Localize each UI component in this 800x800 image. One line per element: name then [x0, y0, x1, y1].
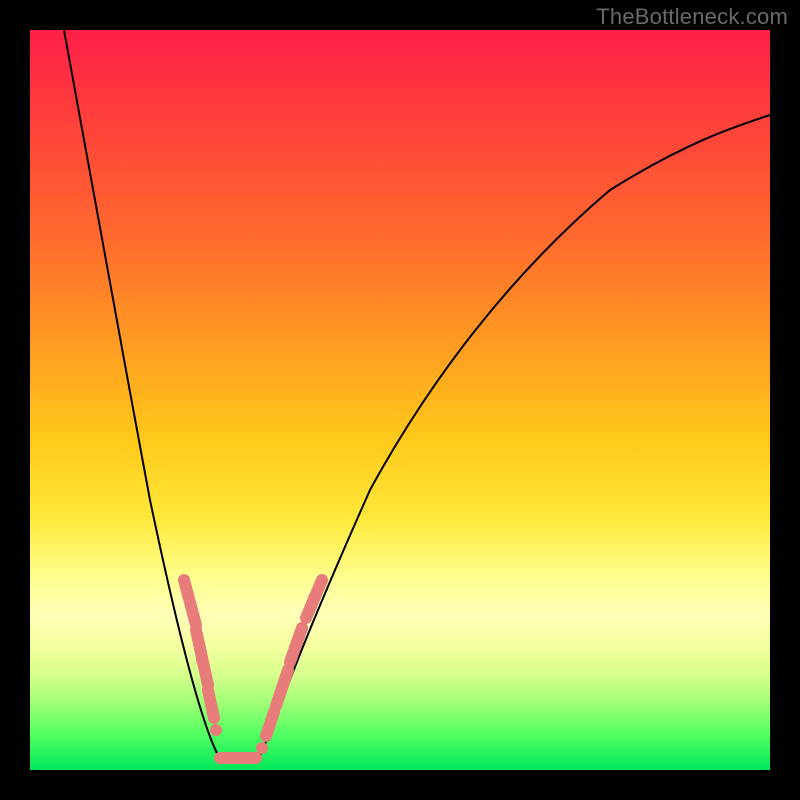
marker-seg: [208, 690, 214, 718]
marker-dot: [308, 592, 320, 604]
marker-dot: [276, 682, 288, 694]
marker-group: [184, 580, 322, 758]
marker-seg: [184, 580, 196, 625]
curve-layer: [30, 30, 770, 770]
chart-frame: TheBottleneck.com: [0, 0, 800, 800]
watermark-text: TheBottleneck.com: [596, 4, 788, 30]
marker-seg: [266, 712, 274, 736]
marker-seg: [290, 628, 302, 662]
curve-right-branch: [258, 115, 770, 760]
marker-dot: [210, 724, 222, 736]
marker-dot: [256, 742, 268, 754]
marker-dot: [196, 654, 208, 666]
plot-area: [30, 30, 770, 770]
